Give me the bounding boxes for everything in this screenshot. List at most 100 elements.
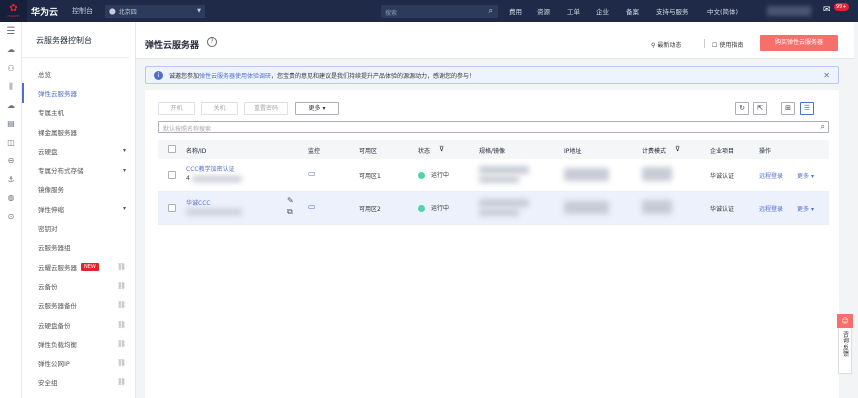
storage-icon[interactable]: ⊖ — [0, 152, 22, 171]
sidebar-item[interactable]: 裸金属服务器 — [22, 122, 135, 141]
select-all-checkbox[interactable] — [168, 145, 176, 153]
instance-name-link[interactable]: 华诚CCC — [186, 198, 211, 207]
help-icon[interactable]: ? — [207, 37, 217, 47]
remote-login-link[interactable]: 远程登录 — [759, 204, 783, 213]
running-status-icon — [418, 172, 425, 179]
search-input[interactable]: 搜索 ⌕ — [381, 5, 498, 18]
instance-name-link[interactable]: CCC教学加密认证 — [186, 164, 235, 173]
caret-down-icon: ▾ — [810, 206, 814, 213]
cloud-icon[interactable]: ☁ — [0, 41, 22, 60]
nav-tickets[interactable]: 工单 — [567, 0, 580, 22]
sidebar-item[interactable]: 云硬盘备份 ⛓ — [22, 315, 135, 334]
language-select[interactable]: 中文(简体) — [707, 0, 738, 22]
row-checkbox[interactable] — [168, 204, 176, 212]
copy-icon[interactable]: ⧉ — [287, 207, 293, 217]
search-icon[interactable]: ⌕ — [821, 122, 825, 132]
row-more-menu[interactable]: 更多 ▾ — [797, 171, 814, 180]
export-icon[interactable]: ⇱ — [753, 102, 767, 115]
sidebar-item[interactable]: 云耀云服务器 NEW ⛓ — [22, 257, 135, 276]
buy-ecs-button[interactable]: 购买弹性云服务器 — [760, 35, 838, 51]
sidebar-item[interactable]: 弹性负载均衡 ⛓ — [22, 334, 135, 353]
settings-circle-icon[interactable]: ⊙ — [0, 207, 22, 226]
sidebar-title: 云服务器控制台 — [22, 22, 129, 58]
survey-link[interactable]: 弹性云服务器使用体验调研 — [199, 71, 271, 80]
page-title: 弹性云服务器 — [145, 41, 200, 51]
table-row[interactable]: CCC教学加密认证 4 ▭ 可用区1 运行中 华诚认证 远程登录 更多 ▾ — [158, 159, 829, 192]
grid-view-icon[interactable]: ⊞ — [781, 102, 795, 115]
document-icon[interactable]: ▤ — [0, 115, 22, 134]
sidebar-item[interactable]: 弹性公网IP ⛓ — [22, 353, 135, 372]
sidebar-item-label: 云服务器组 — [38, 244, 71, 253]
user-guide-link[interactable]: ☐ 使用指南 — [712, 40, 743, 49]
huawei-logo[interactable]: ✿ HUAWEI — [0, 0, 27, 22]
menu-icon[interactable]: ☰ — [0, 22, 22, 41]
nav-support[interactable]: 支持与服务 — [656, 0, 689, 22]
username-blurred[interactable] — [767, 6, 811, 16]
image-blurred — [479, 209, 519, 216]
page-scrollbar[interactable] — [854, 22, 858, 398]
refresh-icon[interactable]: ↻ — [735, 102, 749, 115]
sidebar-item[interactable]: 云硬盘 ▾ — [22, 141, 135, 160]
console-link[interactable]: 控制台 — [72, 6, 93, 16]
sidebar-item[interactable]: 密钥对 — [22, 218, 135, 237]
sidebar-item[interactable]: 镜像服务 — [22, 180, 135, 199]
sidebar-item[interactable]: 专属分布式存储 ▾ — [22, 160, 135, 179]
globe-icon[interactable]: ◍ — [0, 189, 22, 208]
sidebar-item[interactable]: 总览 — [22, 64, 135, 83]
chat-icon[interactable]: ☺ — [837, 314, 853, 328]
nav-enterprise[interactable]: 企业 — [596, 0, 609, 22]
page-header: 弹性云服务器 ? ⚲ 最新动态 ☐ 使用指南 购买弹性云服务器 — [136, 22, 858, 59]
monitor-icon[interactable]: ▭ — [308, 169, 316, 178]
reset-password-button[interactable]: 重置密码 — [244, 102, 288, 115]
sidebar-item[interactable]: 安全组 ⛓ — [22, 373, 135, 392]
table-header: 名称/ID 监控 可用区 状态 ⊽ 规格/镜像 IP地址 计费模式 ⊽ 企业项目… — [158, 140, 829, 159]
external-link-icon: ⛓ — [117, 320, 126, 329]
row-more-label: 更多 — [797, 173, 810, 180]
sidebar-item[interactable]: 云服务器备份 ⛓ — [22, 296, 135, 315]
sidebar-item-label: 云硬盘备份 — [38, 321, 71, 330]
network-icon[interactable]: ⚇ — [0, 59, 22, 78]
sidebar-item[interactable]: 专属主机 — [22, 103, 135, 122]
edit-icon[interactable]: ✎ — [287, 196, 294, 205]
brand-name[interactable]: 华为云 — [31, 5, 58, 18]
row-checkbox[interactable] — [168, 171, 176, 179]
list-view-icon[interactable]: ☰ — [800, 102, 814, 115]
sidebar-item[interactable]: 云服务器组 — [22, 238, 135, 257]
sidebar-item[interactable]: 弹性云服务器 — [22, 83, 135, 103]
anchor-icon[interactable]: ⚓ — [0, 170, 22, 189]
region-select[interactable]: ⬤ 北京四 ▼ — [105, 4, 206, 18]
col-name[interactable]: 名称/ID — [186, 146, 206, 155]
more-actions-button[interactable]: 更多 ▾ — [295, 102, 339, 115]
nav-fees[interactable]: 费用 — [509, 0, 522, 22]
nav-resources[interactable]: 资源 — [537, 0, 550, 22]
row-more-menu[interactable]: 更多 ▾ — [797, 204, 814, 213]
stop-button[interactable]: 关机 — [201, 102, 238, 115]
sidebar-item-label: 弹性伸缩 — [38, 205, 64, 214]
enterprise-project: 华诚认证 — [710, 206, 735, 213]
sidebar-item[interactable]: 云备份 ⛓ — [22, 276, 135, 295]
latest-news-link[interactable]: ⚲ 最新动态 — [651, 40, 681, 49]
cloud-service-icon[interactable]: ☁ — [0, 96, 22, 115]
sidebar-item-label: 弹性公网IP — [38, 360, 70, 369]
sidebar-item-label: 总览 — [38, 70, 51, 79]
start-button[interactable]: 开机 — [158, 102, 195, 115]
mail-icon[interactable]: ✉ — [823, 5, 831, 15]
panel-icon[interactable]: ◫ — [0, 133, 22, 152]
filter-funnel-icon[interactable]: ⊽ — [675, 145, 680, 153]
chart-icon[interactable]: ⫼ — [0, 78, 22, 97]
col-ip: IP地址 — [564, 148, 582, 155]
search-filter-input[interactable]: 默认按照名称搜索 ⌕ — [158, 121, 829, 133]
sidebar-item-label: 云服务器备份 — [38, 302, 77, 311]
status-label: 运行中 — [431, 172, 450, 179]
search-icon[interactable]: ⌕ — [489, 6, 493, 16]
info-icon: i — [154, 70, 163, 80]
remote-login-link[interactable]: 远程登录 — [759, 171, 783, 180]
table-row[interactable]: 华诚CCC ✎ ⧉ ▭ 可用区2 运行中 华诚认证 远程登录 更多 ▾ — [158, 192, 829, 225]
close-icon[interactable]: ✕ — [823, 71, 830, 80]
row-more-label: 更多 — [797, 206, 810, 213]
filter-funnel-icon[interactable]: ⊽ — [439, 145, 444, 153]
col-az: 可用区 — [359, 148, 378, 155]
sidebar-item[interactable]: 弹性伸缩 ▾ — [22, 199, 135, 218]
monitor-icon[interactable]: ▭ — [308, 202, 316, 211]
nav-icp-filing[interactable]: 备案 — [626, 0, 639, 22]
